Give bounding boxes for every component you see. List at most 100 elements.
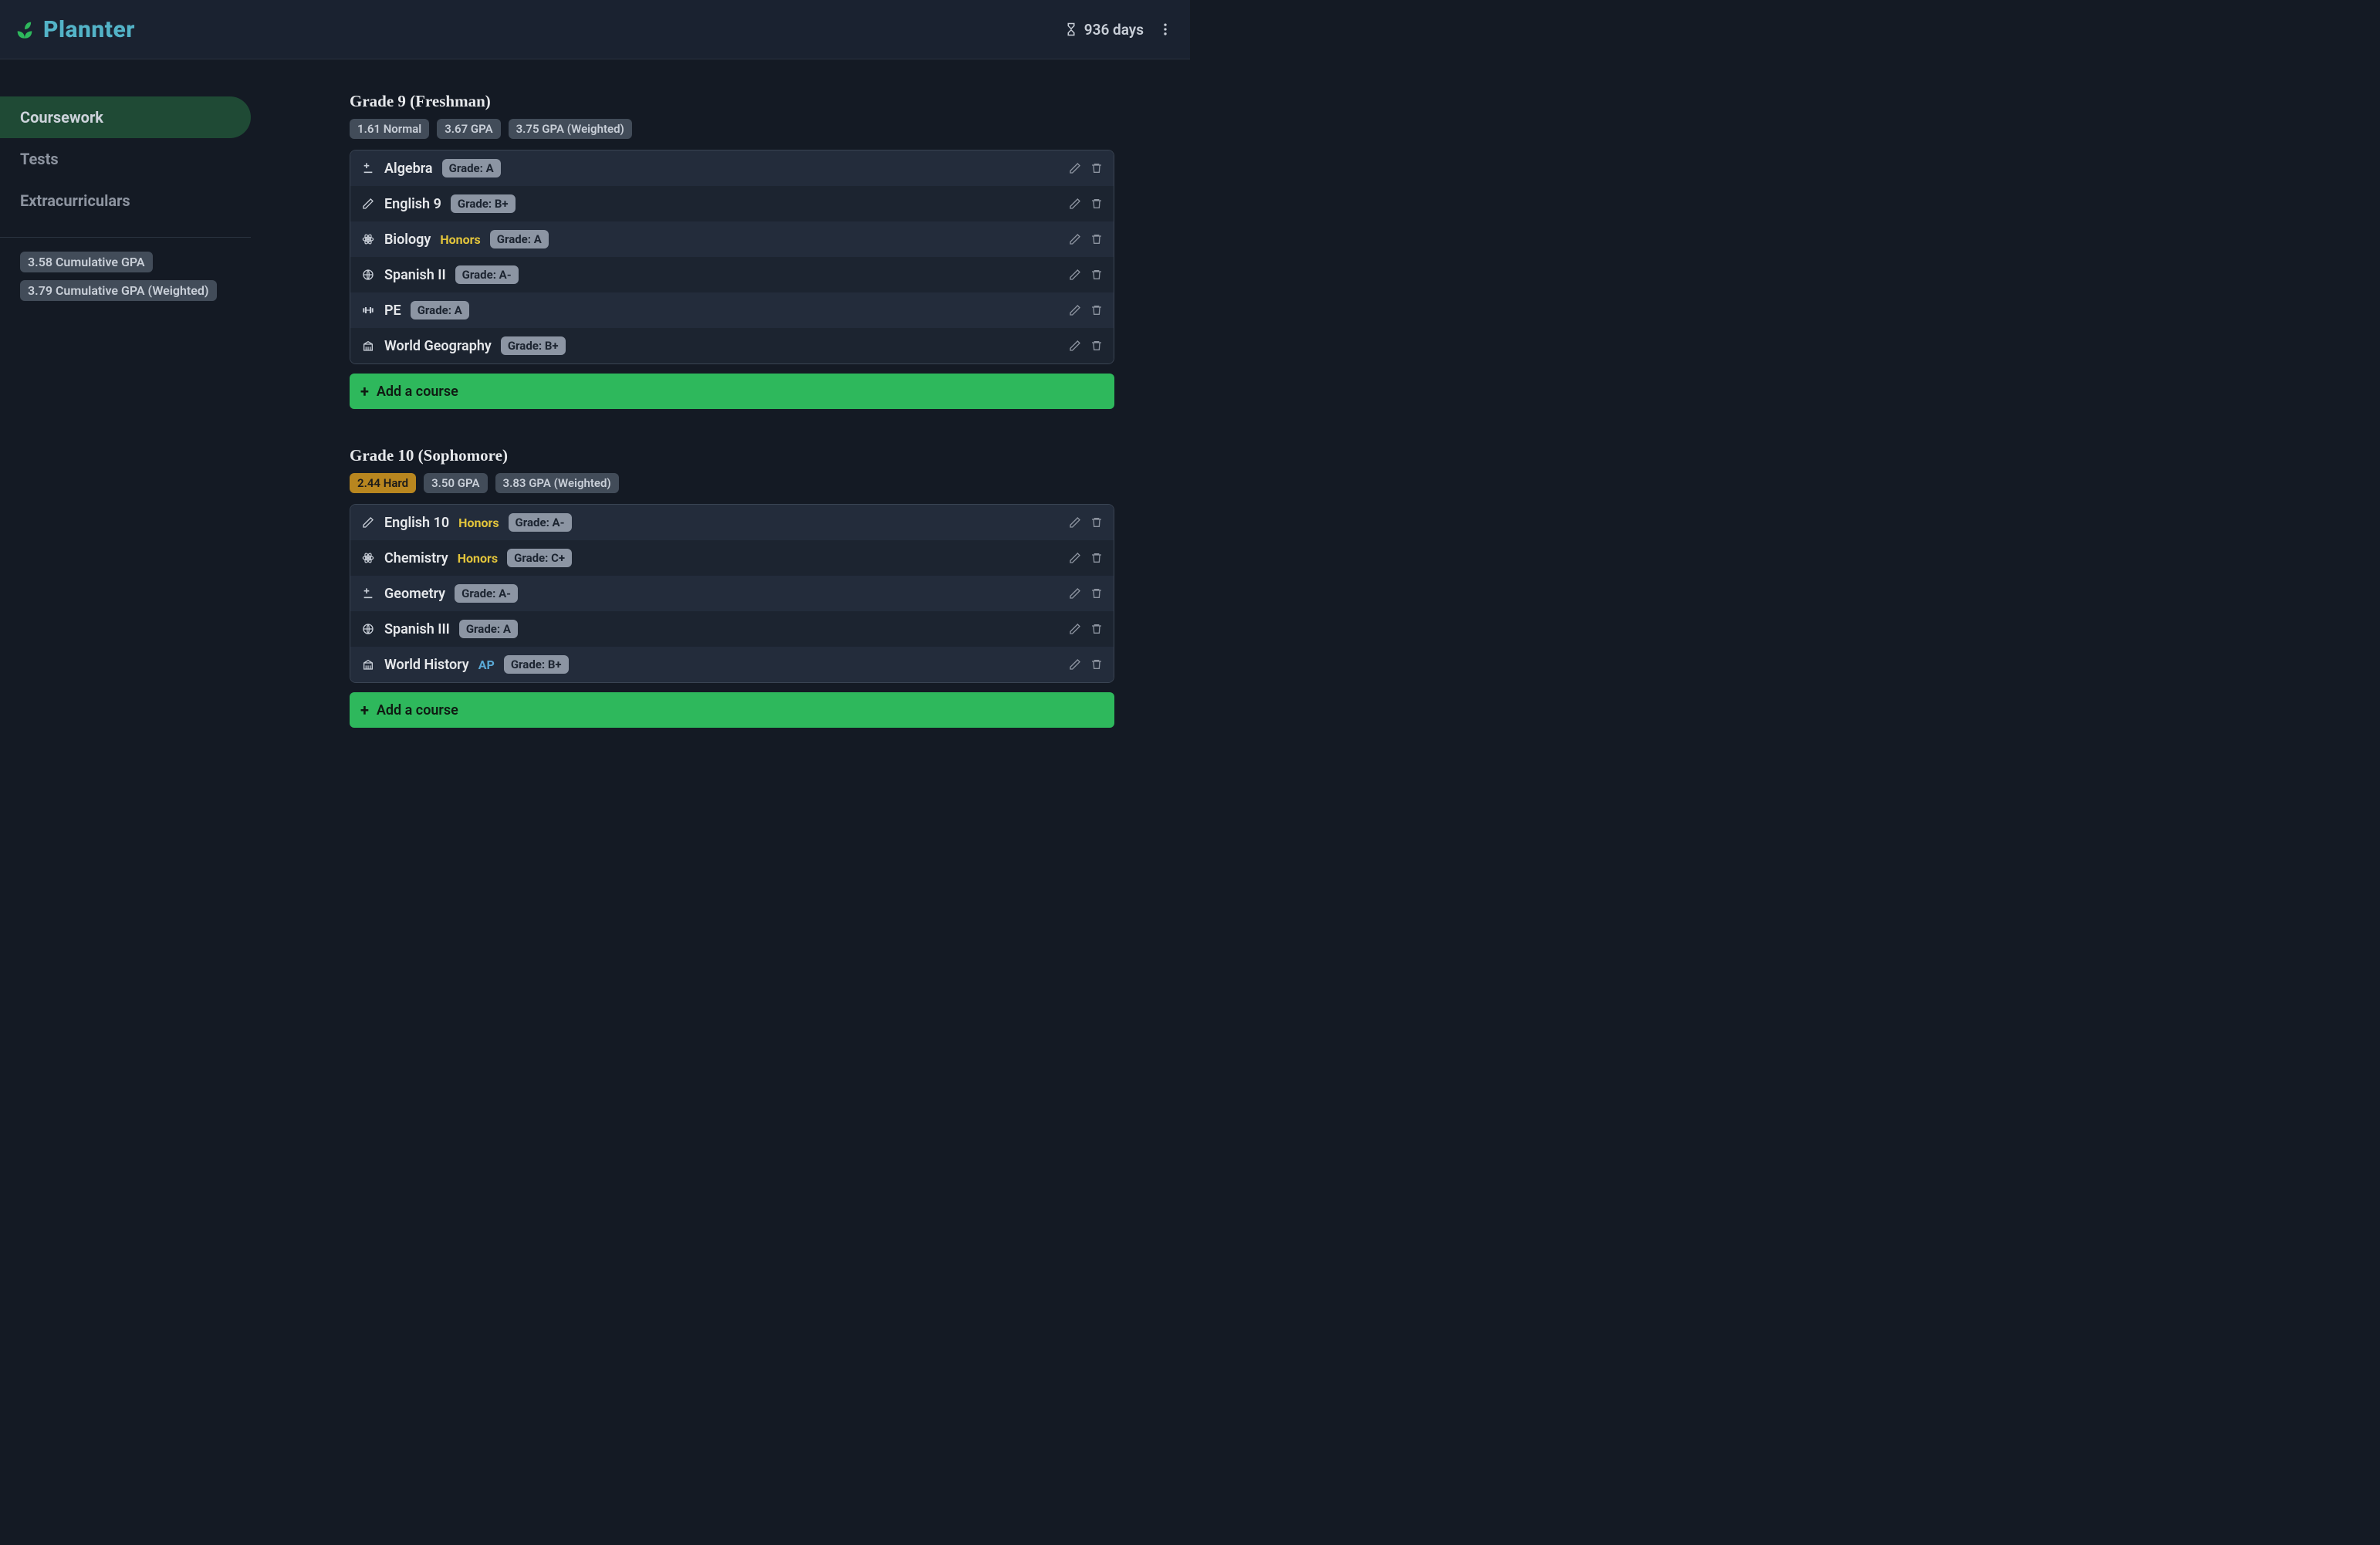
course-row: Spanish IIIGrade: A [350,611,1114,647]
building-icon [361,340,375,352]
delete-course-button[interactable] [1090,269,1103,281]
atom-icon [361,552,375,564]
course-level-badge: Honors [440,232,480,247]
edit-course-button[interactable] [1069,162,1081,174]
course-name: English 9 [384,196,441,212]
sidebar-item-extracurriculars[interactable]: Extracurriculars [0,180,251,221]
course-name: PE [384,303,401,319]
course-actions [1069,340,1103,352]
seedling-icon [14,19,35,40]
plus-icon: + [360,701,369,719]
course-grade-badge: Grade: A- [509,513,572,532]
globe-icon [361,623,375,635]
course-level-badge: Honors [458,551,498,566]
delete-course-button[interactable] [1090,304,1103,316]
course-name: Biology [384,232,431,248]
pencil-icon [361,198,375,210]
course-row: World HistoryAPGrade: B+ [350,647,1114,682]
days-count-label: 936 days [1084,21,1144,39]
course-level-badge: AP [478,658,495,672]
course-actions [1069,658,1103,671]
sidebar-item-coursework[interactable]: Coursework [0,96,251,138]
course-row: Geometry Grade: A- [350,576,1114,611]
delete-course-button[interactable] [1090,233,1103,245]
course-name: Algebra [384,161,433,177]
dumbbell-icon [361,304,375,316]
grade-title: Grade 10 (Sophomore) [350,446,1114,465]
course-actions [1069,162,1103,174]
delete-course-button[interactable] [1090,587,1103,600]
course-name: Chemistry [384,550,448,566]
course-grade-badge: Grade: B+ [504,655,569,674]
course-row: Chemistry Honors Grade: C+ [350,540,1114,576]
grade-stat-chip: 2.44 Hard [350,473,416,493]
delete-course-button[interactable] [1090,198,1103,210]
course-grade-badge: Grade: A [442,159,501,177]
course-actions [1069,304,1103,316]
course-row: Biology Honors Grade: A [350,221,1114,257]
logo: Plannter [14,16,135,43]
main-content: Grade 9 (Freshman)1.61 Normal3.67 GPA3.7… [251,59,1190,772]
course-grade-badge: Grade: A [490,230,549,248]
delete-course-button[interactable] [1090,340,1103,352]
course-row: Spanish IIGrade: A- [350,257,1114,292]
add-course-button[interactable]: +Add a course [350,374,1114,409]
course-actions [1069,198,1103,210]
edit-course-button[interactable] [1069,340,1081,352]
course-actions [1069,233,1103,245]
course-actions [1069,587,1103,600]
course-name: Spanish III [384,621,450,637]
edit-course-button[interactable] [1069,516,1081,529]
edit-course-button[interactable] [1069,304,1081,316]
atom-icon [361,233,375,245]
pencil-icon [361,516,375,529]
grade-stats-row: 2.44 Hard 3.50 GPA 3.83 GPA (Weighted) [350,473,1114,493]
grade-stat-chip: 1.61 Normal [350,119,429,139]
edit-course-button[interactable] [1069,269,1081,281]
more-menu-button[interactable] [1155,19,1176,40]
app-header: Plannter 936 days [0,0,1190,59]
building-icon [361,658,375,671]
course-level-badge: Honors [458,516,499,530]
grade-stat-chip: 3.75 GPA (Weighted) [509,119,632,139]
globe-icon [361,269,375,281]
delete-course-button[interactable] [1090,516,1103,529]
course-grade-badge: Grade: A- [455,584,518,603]
course-row: English 9 Grade: B+ [350,186,1114,221]
add-course-button[interactable]: +Add a course [350,692,1114,728]
sidebar-divider [0,237,251,238]
edit-course-button[interactable] [1069,198,1081,210]
delete-course-button[interactable] [1090,162,1103,174]
course-actions [1069,516,1103,529]
cumulative-gpa-chip: 3.58 Cumulative GPA [20,252,153,272]
course-row: English 10HonorsGrade: A- [350,505,1114,540]
edit-course-button[interactable] [1069,233,1081,245]
course-grade-badge: Grade: C+ [507,549,572,567]
delete-course-button[interactable] [1090,658,1103,671]
edit-course-button[interactable] [1069,623,1081,635]
app-name: Plannter [43,16,135,43]
course-grade-badge: Grade: B+ [501,336,566,355]
edit-course-button[interactable] [1069,552,1081,564]
sidebar-item-tests[interactable]: Tests [0,138,251,180]
delete-course-button[interactable] [1090,552,1103,564]
grade-stat-chip: 3.50 GPA [424,473,487,493]
days-countdown: 936 days [1064,21,1144,39]
course-grade-badge: Grade: A [411,301,469,319]
course-row: Algebra Grade: A [350,150,1114,186]
course-name: World Geography [384,338,492,354]
course-actions [1069,269,1103,281]
course-actions [1069,623,1103,635]
plus-minus-icon [361,587,375,600]
grade-block: Grade 10 (Sophomore) 2.44 Hard 3.50 GPA 3.8… [350,446,1114,728]
edit-course-button[interactable] [1069,658,1081,671]
sidebar: CourseworkTestsExtracurriculars 3.58 Cum… [0,59,251,772]
course-name: Geometry [384,586,445,602]
delete-course-button[interactable] [1090,623,1103,635]
edit-course-button[interactable] [1069,587,1081,600]
grade-stat-chip: 3.83 GPA (Weighted) [495,473,619,493]
grade-stats-row: 1.61 Normal3.67 GPA3.75 GPA (Weighted) [350,119,1114,139]
course-grade-badge: Grade: B+ [451,194,516,213]
course-name: Spanish II [384,267,446,283]
plus-minus-icon [361,162,375,174]
